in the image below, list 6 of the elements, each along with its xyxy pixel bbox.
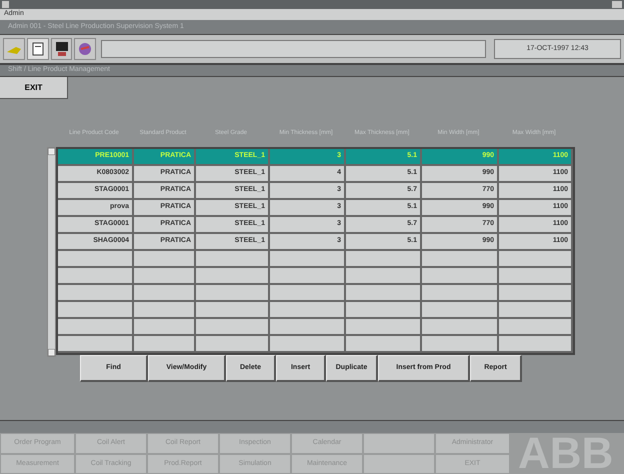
- scrollbar[interactable]: [47, 147, 56, 357]
- document-icon[interactable]: [26, 38, 49, 60]
- exit-button[interactable]: EXIT: [0, 77, 68, 99]
- computer-icon[interactable]: [50, 38, 72, 60]
- scroll-down-icon[interactable]: [48, 349, 55, 356]
- scroll-up-icon[interactable]: [48, 148, 55, 155]
